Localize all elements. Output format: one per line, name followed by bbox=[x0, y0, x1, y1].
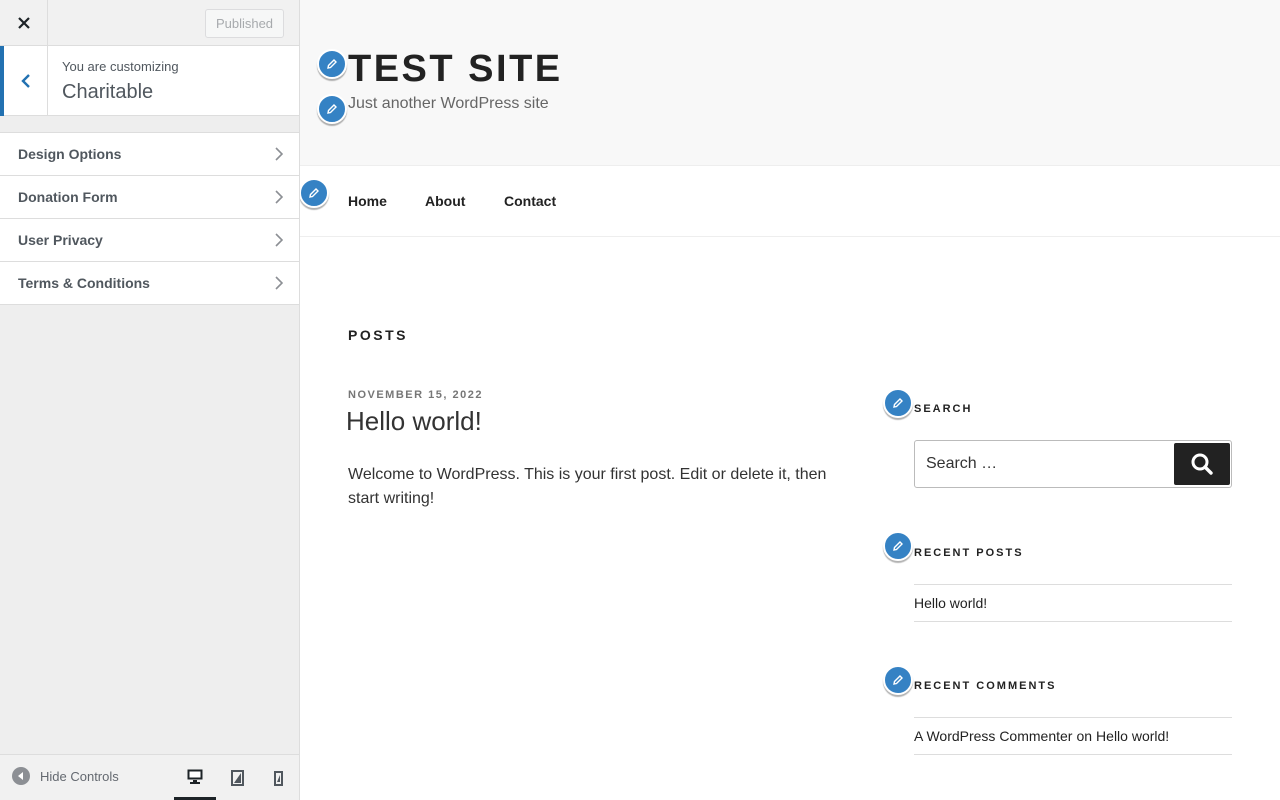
chevron-right-icon bbox=[275, 146, 285, 162]
section-user-privacy[interactable]: User Privacy bbox=[0, 219, 299, 262]
chevron-right-icon bbox=[275, 189, 285, 205]
list-item: A WordPress Commenter on Hello world! bbox=[914, 718, 1232, 754]
section-label: Design Options bbox=[18, 146, 122, 162]
pencil-icon bbox=[327, 104, 337, 114]
section-label: Terms & Conditions bbox=[18, 275, 150, 291]
recent-comments-list: A WordPress Commenter on Hello world! bbox=[914, 717, 1232, 755]
chevron-right-icon bbox=[275, 275, 285, 291]
site-preview: TEST SITE Just another WordPress site Ho… bbox=[300, 0, 1280, 800]
comment-connector: on bbox=[1076, 728, 1093, 744]
section-design-options[interactable]: Design Options bbox=[0, 133, 299, 176]
search-button[interactable] bbox=[1174, 443, 1230, 485]
hide-controls-label: Hide Controls bbox=[40, 768, 119, 784]
edit-tagline-shortcut[interactable] bbox=[317, 94, 347, 124]
customizer-footer: Hide Controls bbox=[0, 754, 299, 800]
main-navigation: Home About Contact bbox=[300, 166, 1280, 237]
site-title[interactable]: TEST SITE bbox=[348, 48, 563, 91]
section-terms-conditions[interactable]: Terms & Conditions bbox=[0, 262, 299, 305]
customizing-label: You are customizing bbox=[62, 59, 179, 74]
preview-tablet-button[interactable] bbox=[216, 755, 258, 800]
nav-about[interactable]: About bbox=[425, 193, 465, 209]
edit-recent-comments-widget-shortcut[interactable] bbox=[883, 665, 913, 695]
preview-desktop-button[interactable] bbox=[174, 755, 216, 800]
search-icon bbox=[1191, 453, 1213, 475]
close-icon bbox=[17, 16, 30, 29]
recent-comments-widget-title: RECENT COMMENTS bbox=[914, 680, 1057, 692]
edit-site-title-shortcut[interactable] bbox=[317, 49, 347, 79]
section-label: Donation Form bbox=[18, 189, 118, 205]
mobile-icon bbox=[273, 770, 283, 786]
chevron-right-icon bbox=[275, 232, 285, 248]
post-excerpt: Welcome to WordPress. This is your first… bbox=[348, 466, 827, 507]
recent-post-link[interactable]: Hello world! bbox=[914, 595, 987, 611]
comment-post-link[interactable]: Hello world! bbox=[1096, 728, 1169, 744]
post-date[interactable]: NOVEMBER 15, 2022 bbox=[348, 389, 483, 401]
collapse-icon bbox=[12, 767, 30, 785]
search-input[interactable] bbox=[915, 441, 1173, 487]
close-customizer-button[interactable] bbox=[0, 0, 48, 45]
recent-posts-widget-title: RECENT POSTS bbox=[914, 547, 1024, 559]
edit-search-widget-shortcut[interactable] bbox=[883, 388, 913, 418]
desktop-icon bbox=[187, 769, 203, 784]
nav-home[interactable]: Home bbox=[348, 193, 387, 209]
pencil-icon bbox=[893, 541, 903, 551]
section-label: User Privacy bbox=[18, 232, 103, 248]
pencil-icon bbox=[327, 59, 337, 69]
nav-contact[interactable]: Contact bbox=[504, 193, 556, 209]
section-donation-form[interactable]: Donation Form bbox=[0, 176, 299, 219]
posts-heading: POSTS bbox=[348, 327, 408, 343]
search-widget-title: SEARCH bbox=[914, 403, 973, 415]
comment-author-link[interactable]: A WordPress Commenter bbox=[914, 728, 1072, 744]
tablet-icon bbox=[230, 770, 244, 786]
search-form bbox=[914, 440, 1232, 488]
edit-menu-shortcut[interactable] bbox=[300, 178, 329, 208]
post-title[interactable]: Hello world! bbox=[346, 406, 482, 437]
customizer-sections: Design Options Donation Form User Privac… bbox=[0, 132, 299, 305]
site-tagline: Just another WordPress site bbox=[348, 95, 549, 112]
pencil-icon bbox=[309, 188, 319, 198]
list-item: Hello world! bbox=[914, 585, 1232, 621]
theme-name: Charitable bbox=[62, 81, 154, 103]
site-header: TEST SITE Just another WordPress site bbox=[300, 0, 1280, 166]
customizer-header: Published bbox=[0, 0, 299, 46]
preview-mobile-button[interactable] bbox=[257, 755, 299, 800]
hide-controls-button[interactable]: Hide Controls bbox=[12, 767, 119, 785]
customizer-sidebar: Published You are customizing Charitable… bbox=[0, 0, 300, 800]
recent-posts-list: Hello world! bbox=[914, 584, 1232, 622]
customizer-info: You are customizing Charitable bbox=[0, 46, 299, 116]
edit-recent-posts-widget-shortcut[interactable] bbox=[883, 531, 913, 561]
back-button[interactable] bbox=[0, 46, 48, 116]
chevron-left-icon bbox=[20, 74, 30, 88]
pencil-icon bbox=[893, 398, 903, 408]
publish-button[interactable]: Published bbox=[205, 9, 284, 38]
pencil-icon bbox=[893, 675, 903, 685]
